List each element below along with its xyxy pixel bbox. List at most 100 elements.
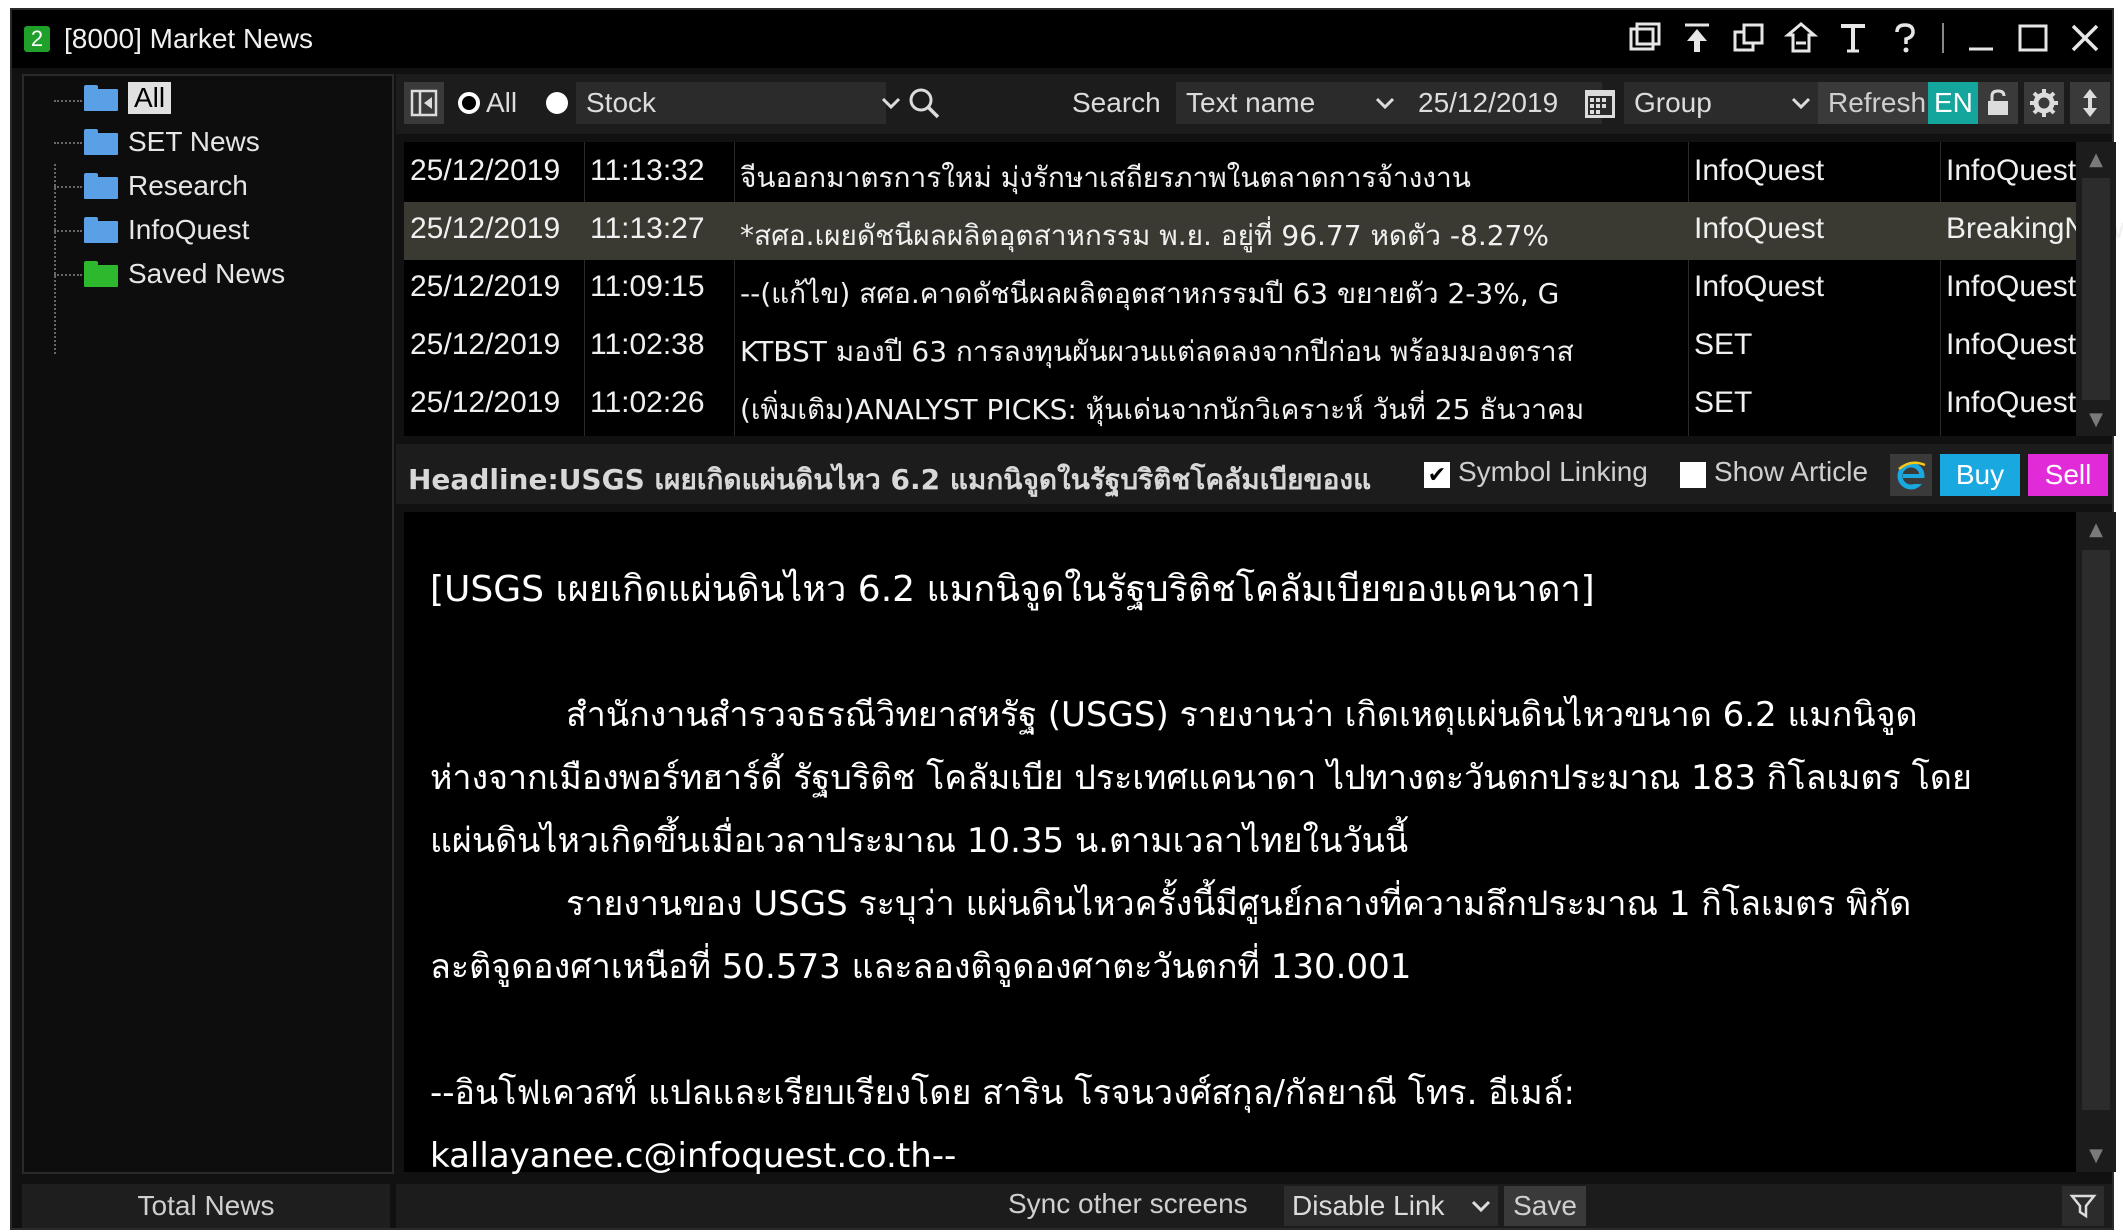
- table-row[interactable]: 25/12/2019 11:02:26 (เพิ่มเติม)ANALYST P…: [404, 376, 2076, 434]
- stock-input[interactable]: Stock: [576, 82, 886, 124]
- tree-item-saved-news[interactable]: Saved News: [84, 254, 285, 294]
- tree-item-research[interactable]: Research: [84, 166, 248, 206]
- title-bar: 2 [8000] Market News: [12, 10, 2112, 68]
- close-icon[interactable]: [2066, 18, 2104, 58]
- stock-search-button[interactable]: [906, 82, 942, 124]
- tree-item-label: InfoQuest: [128, 214, 250, 245]
- minimize-icon[interactable]: [1962, 18, 2000, 58]
- row-headline: KTBST มองปี 63 การลงทุนผันผวนแต่ลดลงจากป…: [740, 335, 1574, 368]
- group-select[interactable]: Group: [1624, 82, 1820, 124]
- title-separator: [1942, 23, 1944, 53]
- sell-button[interactable]: Sell: [2028, 454, 2108, 496]
- table-row-selected[interactable]: 25/12/2019 11:13:27 *สศอ.เผยดัชนีผลผลิตอ…: [404, 202, 2123, 260]
- font-icon[interactable]: [1834, 18, 1872, 58]
- article-text: ห่างจากเมืองพอร์ทฮาร์ดี้ รัฐบริติช โคลัม…: [430, 758, 1972, 861]
- buy-button[interactable]: Buy: [1940, 454, 2020, 496]
- row-time: 11:13:32: [590, 154, 705, 187]
- row-date: 25/12/2019: [410, 328, 561, 361]
- table-row[interactable]: 25/12/2019 11:02:38 KTBST มองปี 63 การลง…: [404, 318, 2076, 376]
- search-type-select[interactable]: Text name: [1176, 82, 1406, 124]
- lock-button[interactable]: [1978, 82, 2018, 124]
- stock-input-label: Stock: [586, 87, 657, 118]
- article-text: สำนักงานสำรวจธรณีวิทยาสหรัฐ (USGS) รายงา…: [566, 695, 1918, 735]
- row-date: 25/12/2019: [410, 270, 561, 303]
- sort-arrows-icon: [2070, 82, 2110, 124]
- tree-item-set-news[interactable]: SET News: [84, 122, 260, 162]
- refresh-button[interactable]: Refresh: [1818, 82, 1937, 124]
- article-scrollbar[interactable]: ▲ ▼: [2076, 512, 2116, 1172]
- scroll-thumb[interactable]: [2082, 550, 2110, 1110]
- help-icon[interactable]: [1886, 18, 1924, 58]
- sync-screens-label: Sync other screens: [1008, 1188, 1248, 1219]
- filter-button[interactable]: [2062, 1186, 2104, 1226]
- collapse-panel-button[interactable]: [404, 82, 444, 124]
- restore-window-icon[interactable]: [1626, 18, 1664, 58]
- tree-connector: [54, 230, 82, 232]
- chevron-down-icon: [1375, 97, 1395, 110]
- scroll-down-icon[interactable]: ▼: [2076, 1138, 2116, 1172]
- total-news-label: Total News: [22, 1184, 390, 1228]
- row-date: 25/12/2019: [410, 386, 561, 419]
- date-field[interactable]: 25/12/2019: [1404, 82, 1602, 124]
- chevron-down-icon: [1471, 1200, 1491, 1213]
- row-source: SET: [1694, 328, 1753, 361]
- window-controls: [1626, 18, 2104, 58]
- tree-item-infoquest[interactable]: InfoQuest: [84, 210, 249, 250]
- row-source: InfoQuest: [1694, 270, 1825, 303]
- tree-item-label: All: [128, 82, 172, 114]
- radio-stock[interactable]: [546, 82, 574, 124]
- link-mode-select[interactable]: Disable Link: [1284, 1186, 1498, 1226]
- symbol-linking-checkbox[interactable]: ✔: [1424, 462, 1450, 488]
- bottom-bar: Sync other screens Disable Link Save: [396, 1184, 2112, 1228]
- row-source: InfoQuest: [1694, 154, 1825, 187]
- selected-headline: Headline:USGS เผยเกิดแผ่นดินไหว 6.2 แมกน…: [408, 458, 1418, 502]
- folder-green-icon: [84, 261, 118, 287]
- row-time: 11:09:15: [590, 270, 705, 303]
- duplicate-window-icon[interactable]: [1730, 18, 1768, 58]
- gear-icon: [2024, 82, 2064, 124]
- news-table-scrollbar[interactable]: ▲ ▼: [2076, 142, 2116, 436]
- radio-empty-icon: [458, 92, 480, 114]
- row-date: 25/12/2019: [410, 212, 561, 245]
- row-headline: *สศอ.เผยดัชนีผลผลิตอุตสาหกรรม พ.ย. อยู่ท…: [740, 219, 1549, 252]
- tree-connector: [54, 100, 82, 102]
- show-article-checkbox[interactable]: [1680, 462, 1706, 488]
- tree-connector: [54, 274, 82, 276]
- language-toggle-button[interactable]: EN: [1928, 82, 1979, 124]
- stock-dropdown-button[interactable]: [878, 82, 904, 124]
- maximize-icon[interactable]: [2014, 18, 2052, 58]
- headline-bar: Headline:USGS เผยเกิดแผ่นดินไหว 6.2 แมกน…: [396, 444, 2112, 504]
- sort-button[interactable]: [2070, 82, 2110, 124]
- table-row[interactable]: 25/12/2019 11:13:32 จีนออกมาตรการใหม่ มุ…: [404, 144, 2076, 202]
- radio-all[interactable]: All: [458, 82, 517, 124]
- scroll-up-icon[interactable]: ▲: [2076, 512, 2116, 546]
- tree-item-all[interactable]: All: [84, 78, 172, 118]
- share-icon[interactable]: [1782, 18, 1820, 58]
- article-paragraph-1: สำนักงานสำรวจธรณีวิทยาสหรัฐ (USGS) รายงา…: [430, 684, 2030, 999]
- article-footer: --อินโฟเควสท์ แปลและเรียบเรียงโดย สาริน …: [430, 1062, 2030, 1188]
- row-time: 11:02:38: [590, 328, 705, 361]
- lock-icon: [1978, 82, 2018, 124]
- news-category-tree: All SET News Research InfoQuest Saved Ne…: [22, 74, 394, 1174]
- scroll-thumb[interactable]: [2082, 178, 2110, 400]
- scroll-down-icon[interactable]: ▼: [2076, 402, 2116, 436]
- group-value: Group: [1634, 87, 1712, 118]
- row-time: 11:02:26: [590, 386, 705, 419]
- open-browser-button[interactable]: [1890, 454, 1932, 496]
- news-toolbar: All Stock Search Text name 25/12/2019 Gr…: [396, 74, 2112, 134]
- article-text: รายงานของ USGS ระบุว่า แผ่นดินไหวครั้งนี…: [566, 884, 1912, 924]
- calendar-icon: [1585, 90, 1615, 118]
- article-credit: --อินโฟเควสท์ แปลและเรียบเรียงโดย สาริน …: [430, 1073, 1575, 1113]
- calendar-button[interactable]: [1582, 82, 1618, 124]
- article-text: ละติจูดองศาเหนือที่ 50.573 และลองติจูดอง…: [430, 947, 1412, 987]
- settings-button[interactable]: [2024, 82, 2064, 124]
- pin-top-icon[interactable]: [1678, 18, 1716, 58]
- tree-item-label: SET News: [128, 126, 260, 157]
- tree-connector: [54, 164, 84, 354]
- save-button[interactable]: Save: [1504, 1186, 1586, 1226]
- table-row[interactable]: 25/12/2019 11:09:15 --(แก้ไข) สศอ.คาดดัช…: [404, 260, 2076, 318]
- scroll-up-icon[interactable]: ▲: [2076, 142, 2116, 176]
- folder-blue-icon: [84, 173, 118, 199]
- row-headline: จีนออกมาตรการใหม่ มุ่งรักษาเสถียรภาพในตล…: [740, 161, 1471, 194]
- chevron-down-icon: [881, 97, 901, 110]
